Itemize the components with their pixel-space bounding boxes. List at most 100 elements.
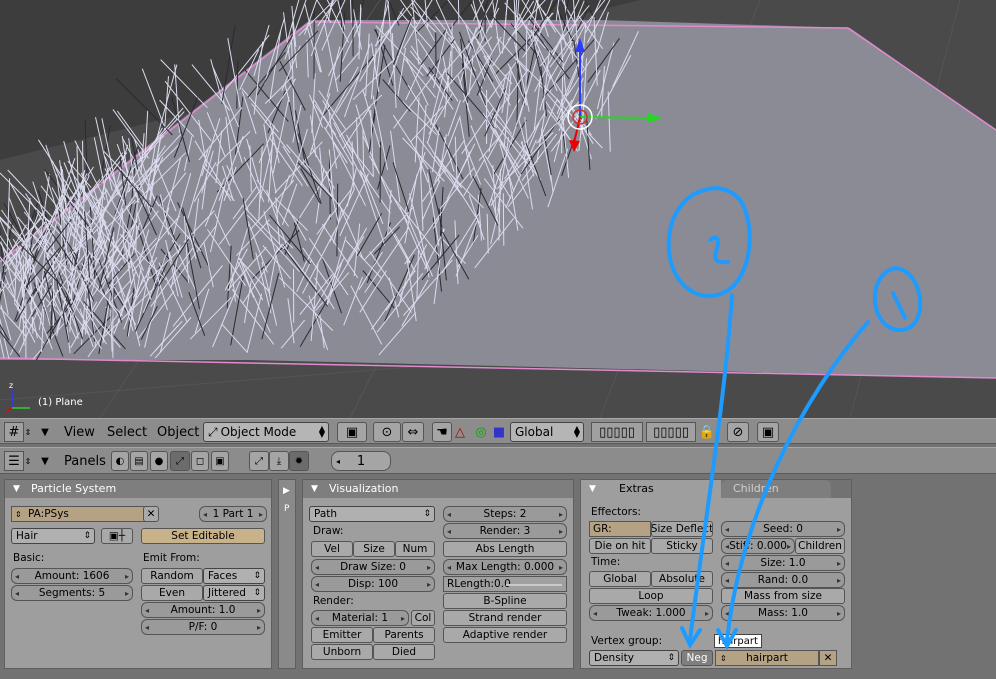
- unborn-toggle[interactable]: Unborn: [311, 644, 373, 660]
- random-toggle[interactable]: Random: [141, 568, 203, 584]
- snap-icon[interactable]: ⇔: [402, 422, 424, 442]
- collapse-menu-icon[interactable]: ▼: [38, 422, 52, 442]
- object-subctx-icon[interactable]: ⤢: [249, 451, 269, 471]
- hair-strand: [502, 193, 505, 246]
- absolute-toggle[interactable]: Absolute: [651, 571, 713, 587]
- mode-select[interactable]: ⤢ Object Mode ▲ ▼: [203, 422, 329, 442]
- slider-track[interactable]: [506, 584, 562, 586]
- vertex-group-type-select[interactable]: Density: [589, 650, 679, 666]
- gr-field[interactable]: GR:: [589, 521, 651, 537]
- shading-icon[interactable]: ●: [150, 451, 168, 471]
- psys-name-field[interactable]: ⇕ PA:PSys: [11, 506, 149, 522]
- draw-size-field[interactable]: Draw Size: 0: [311, 559, 435, 575]
- material-field[interactable]: Material: 1: [311, 610, 409, 626]
- sticky-toggle[interactable]: Sticky: [651, 538, 713, 554]
- lock-icon[interactable]: 🔒: [698, 422, 716, 442]
- mass-from-size-toggle[interactable]: Mass from size: [721, 588, 845, 604]
- editor-type-icon[interactable]: #: [4, 422, 24, 442]
- draw-type-select[interactable]: Path: [309, 506, 435, 522]
- parents-toggle[interactable]: Parents: [373, 627, 435, 643]
- collapse-menu-icon[interactable]: ▼: [38, 451, 52, 471]
- scale-circle-icon[interactable]: ◎: [472, 422, 490, 442]
- close-icon[interactable]: ✕: [143, 506, 159, 522]
- loop-toggle[interactable]: Loop: [589, 588, 713, 604]
- menu-view[interactable]: View: [60, 422, 99, 442]
- layer-buttons-left[interactable]: ▯▯▯▯▯: [591, 422, 643, 442]
- stiff-field[interactable]: Stiff: 0.000: [721, 538, 795, 554]
- collapse-triangle-icon[interactable]: ▼: [589, 480, 596, 498]
- rand-field[interactable]: Rand: 0.0: [721, 572, 845, 588]
- amount-field[interactable]: Amount: 1606: [11, 568, 133, 584]
- panel-header[interactable]: ▼ Visualization: [303, 480, 573, 498]
- num-toggle[interactable]: Num: [395, 541, 435, 557]
- distribution-select[interactable]: Jittered: [203, 585, 265, 601]
- menu-select[interactable]: Select: [103, 422, 151, 442]
- 3d-viewport[interactable]: z (1) Plane: [0, 0, 996, 418]
- died-toggle[interactable]: Died: [373, 644, 435, 660]
- close-icon[interactable]: ✕: [819, 650, 837, 666]
- size-toggle[interactable]: Size: [353, 541, 395, 557]
- size-field[interactable]: Size: 1.0: [721, 555, 845, 571]
- hand-icon[interactable]: ☚: [432, 422, 452, 442]
- bspline-toggle[interactable]: B-Spline: [443, 593, 567, 609]
- pivot-icon[interactable]: ⊙: [373, 422, 401, 442]
- jitter-amount-field[interactable]: Amount: 1.0: [141, 602, 265, 618]
- link-icon[interactable]: ⊘: [727, 422, 749, 442]
- editor-type-arrows[interactable]: ⇕: [24, 451, 32, 471]
- orientation-select[interactable]: Global ▲ ▼: [510, 422, 584, 442]
- vel-toggle[interactable]: Vel: [311, 541, 353, 557]
- layer-buttons-right[interactable]: ▯▯▯▯▯: [646, 422, 696, 442]
- physics-icon[interactable]: ⤓: [269, 451, 289, 471]
- panel-header[interactable]: ▼ Particle System: [5, 480, 271, 498]
- menu-object[interactable]: Object: [153, 422, 203, 442]
- object-icon[interactable]: ⤢: [170, 451, 190, 471]
- col-toggle[interactable]: Col: [411, 610, 435, 626]
- frame-field[interactable]: ◂ 1: [331, 451, 391, 471]
- particle-type-select[interactable]: Hair: [11, 528, 95, 544]
- emit-faces-select[interactable]: Faces: [203, 568, 265, 584]
- particles-icon[interactable]: ✹: [289, 451, 309, 471]
- mass-field[interactable]: Mass: 1.0: [721, 605, 845, 621]
- tab-children[interactable]: Children: [721, 480, 831, 498]
- even-toggle[interactable]: Even: [141, 585, 203, 601]
- disp-field[interactable]: Disp: 100: [311, 576, 435, 592]
- pf-field[interactable]: P/F: 0: [141, 619, 265, 635]
- emitter-toggle[interactable]: Emitter: [311, 627, 373, 643]
- rotate-triangle-icon[interactable]: △: [452, 422, 468, 442]
- enable-icon[interactable]: ▣┼: [101, 528, 133, 544]
- small-square-icon[interactable]: ■: [492, 422, 506, 442]
- render-steps-field[interactable]: Render: 3: [443, 523, 567, 539]
- adaptive-render-toggle[interactable]: Adaptive render: [443, 627, 567, 643]
- part-field[interactable]: 1 Part 1: [199, 506, 267, 522]
- set-editable-button[interactable]: Set Editable: [141, 528, 265, 544]
- editor-type-arrows[interactable]: ⇕: [24, 422, 32, 442]
- neg-toggle[interactable]: Neg: [681, 650, 713, 666]
- script-icon[interactable]: ▤: [130, 451, 148, 471]
- editor-type-icon[interactable]: ☰: [4, 451, 24, 471]
- collapse-triangle-icon[interactable]: ▼: [311, 480, 318, 498]
- segments-field[interactable]: Segments: 5: [11, 585, 133, 601]
- chevron-updown-icon: ⇕: [720, 653, 727, 663]
- collapse-triangle-icon[interactable]: ▼: [13, 480, 20, 498]
- render-label: Render:: [313, 595, 354, 607]
- die-on-hit-toggle[interactable]: Die on hit: [589, 538, 651, 554]
- draw-type-button[interactable]: ▣: [337, 422, 367, 442]
- vertex-group-name-field[interactable]: ⇕ hairpart: [715, 650, 819, 666]
- tweak-field[interactable]: Tweak: 1.000: [589, 605, 713, 621]
- collapsed-panel-strip[interactable]: ▶ P: [278, 479, 296, 669]
- rlength-slider[interactable]: RLength:0.0: [443, 576, 567, 592]
- max-length-field[interactable]: Max Length: 0.000: [443, 559, 567, 575]
- editing-icon[interactable]: ◻: [191, 451, 209, 471]
- abs-length-toggle[interactable]: Abs Length: [443, 541, 567, 557]
- global-toggle[interactable]: Global: [589, 571, 651, 587]
- viewport-canvas[interactable]: z: [0, 0, 996, 418]
- strand-render-toggle[interactable]: Strand render: [443, 610, 567, 626]
- seed-field[interactable]: Seed: 0: [721, 521, 845, 537]
- render-icon[interactable]: ▣: [757, 422, 779, 442]
- collapse-triangle-icon[interactable]: ▶: [283, 486, 290, 496]
- logic-icon[interactable]: ◐: [111, 451, 129, 471]
- steps-field[interactable]: Steps: 2: [443, 506, 567, 522]
- size-deflect-toggle[interactable]: Size Deflect: [651, 521, 713, 537]
- scene-icon[interactable]: ▣: [211, 451, 229, 471]
- children-toggle[interactable]: Children: [795, 538, 845, 554]
